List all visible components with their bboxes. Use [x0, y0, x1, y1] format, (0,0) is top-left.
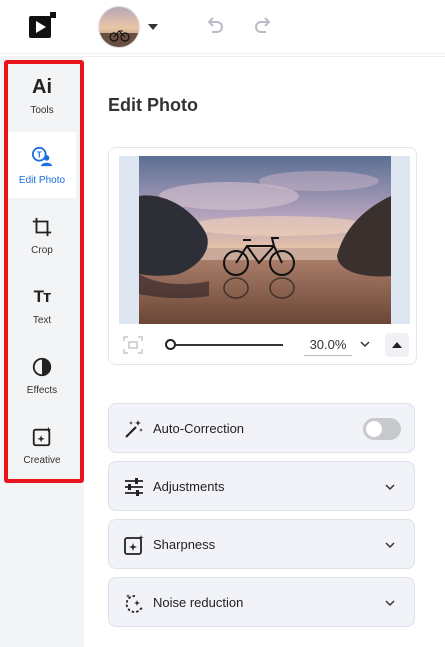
sliders-icon: [125, 478, 143, 496]
noise-reduction-row[interactable]: Noise reduction: [108, 577, 415, 627]
auto-correction-label: Auto-Correction: [153, 421, 245, 436]
ai-tools-icon: Ai: [32, 75, 52, 98]
sidebar-item-label: Text: [32, 314, 52, 326]
page-title: Edit Photo: [108, 95, 198, 115]
zoom-value-select[interactable]: 30.0%: [304, 334, 352, 356]
noise-reduction-icon: [125, 594, 143, 613]
redo-icon[interactable]: [252, 14, 274, 36]
sidebar-item-label: Tools: [30, 104, 54, 116]
auto-correction-toggle[interactable]: [363, 418, 401, 440]
edit-photo-panel: Edit Photo 30.0% Auto-Correction Adjustm…: [84, 56, 445, 647]
chevron-down-icon[interactable]: [148, 24, 158, 30]
sidebar-item-edit-photo[interactable]: T Edit Photo: [8, 132, 76, 198]
sharpness-row[interactable]: Sharpness: [108, 519, 415, 569]
edit-photo-icon: T: [30, 145, 54, 169]
sharpness-label: Sharpness: [153, 537, 216, 552]
chevron-down-icon: [385, 484, 395, 491]
sidebar-item-label: Creative: [23, 454, 61, 466]
sidebar-item-tools[interactable]: Ai Tools: [8, 62, 76, 128]
photo-preview-card: 30.0%: [108, 147, 417, 365]
chevron-down-icon: [385, 600, 395, 607]
crop-icon: [30, 215, 54, 239]
creative-icon: [30, 425, 54, 449]
noise-reduction-label: Noise reduction: [153, 595, 244, 610]
chevron-down-icon: [385, 542, 395, 549]
text-icon: Tт: [33, 286, 52, 306]
top-bar: [0, 0, 445, 54]
fit-to-screen-icon[interactable]: [123, 336, 143, 354]
sidebar-item-effects[interactable]: Effects: [8, 342, 76, 408]
adjustments-label: Adjustments: [153, 479, 225, 494]
auto-correction-row[interactable]: Auto-Correction: [108, 403, 415, 453]
account-menu[interactable]: [98, 6, 158, 48]
sidebar-item-crop[interactable]: Crop: [8, 202, 76, 268]
sidebar-item-label: Crop: [31, 244, 53, 256]
svg-text:T: T: [37, 150, 42, 159]
chevron-down-icon[interactable]: [359, 338, 371, 350]
play-logo-icon[interactable]: [28, 12, 56, 40]
sidebar-item-label: Effects: [26, 384, 58, 396]
sidebar-item-text[interactable]: Tт Text: [8, 272, 76, 338]
adjustments-row[interactable]: Adjustments: [108, 461, 415, 511]
zoom-slider-handle[interactable]: [165, 339, 176, 350]
magic-wand-icon: [125, 420, 143, 438]
photo-preview-frame: [119, 156, 410, 324]
sidebar-item-creative[interactable]: Creative: [8, 412, 76, 478]
user-avatar-photo[interactable]: [98, 6, 140, 48]
collapse-preview-button[interactable]: [385, 333, 409, 357]
triangle-up-icon: [392, 342, 402, 348]
zoom-slider[interactable]: [169, 344, 283, 346]
effects-icon: [30, 355, 54, 379]
zoom-controls: 30.0%: [109, 330, 418, 360]
undo-icon[interactable]: [204, 14, 226, 36]
toggle-knob: [366, 421, 382, 437]
photo-preview: [139, 156, 391, 324]
sharpness-icon: [124, 535, 144, 555]
sidebar-item-label: Edit Photo: [18, 174, 66, 186]
